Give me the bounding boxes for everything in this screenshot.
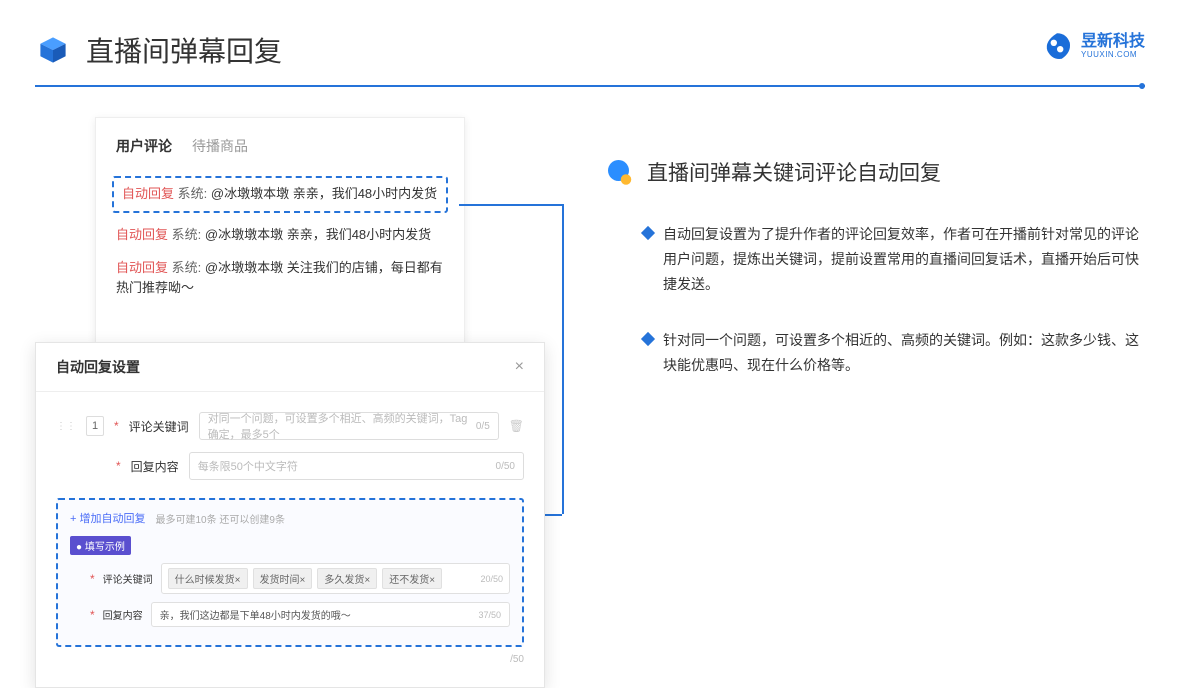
comment-item-highlighted: 自动回复 系统: @冰墩墩本墩 亲亲，我们48小时内发货	[112, 176, 448, 213]
logo-subtitle: YUUXIN.COM	[1081, 50, 1145, 59]
required-icon: *	[90, 608, 95, 622]
comment-panel: 用户评论 待播商品 自动回复 系统: @冰墩墩本墩 亲亲，我们48小时内发货 自…	[95, 117, 465, 372]
example-content-row: * 回复内容 亲，我们这边都是下单48小时内发货的哦～ 37/50	[70, 602, 510, 627]
delete-icon[interactable]: 🗑	[509, 419, 524, 433]
section-title: 直播间弹幕关键词评论自动回复	[647, 157, 941, 187]
tab-user-comments[interactable]: 用户评论	[116, 136, 172, 156]
example-section: + 增加自动回复 最多可建10条 还可以创建9条 ● 填写示例 * 评论关键词 …	[56, 498, 524, 647]
comment-item: 自动回复 系统: @冰墩墩本墩 关注我们的店铺，每日都有热门推荐呦～	[116, 258, 444, 300]
ex-content-input[interactable]: 亲，我们这边都是下单48小时内发货的哦～ 37/50	[151, 602, 510, 627]
header-divider	[35, 85, 1145, 87]
modal-body: ⋮⋮ 1 * 评论关键词 对同一个问题，可设置多个相近、高频的关键词，Tag确定…	[36, 392, 544, 667]
bullet-item: 自动回复设置为了提升作者的评论回复效率，作者可在开播前针对常见的评论用户问题，提…	[605, 222, 1145, 298]
right-column: 直播间弹幕关键词评论自动回复 自动回复设置为了提升作者的评论回复效率，作者可在开…	[605, 117, 1145, 408]
tag-chip[interactable]: 什么时候发货×	[168, 568, 248, 589]
counter: 20/50	[480, 574, 503, 584]
tag-chip[interactable]: 发货时间×	[253, 568, 313, 589]
ex-content-label: 回复内容	[103, 607, 143, 622]
example-header: + 增加自动回复 最多可建10条 还可以创建9条	[70, 510, 510, 526]
required-icon: *	[114, 419, 119, 433]
keyword-row: ⋮⋮ 1 * 评论关键词 对同一个问题，可设置多个相近、高频的关键词，Tag确定…	[56, 412, 524, 440]
section-header: 直播间弹幕关键词评论自动回复	[605, 157, 1145, 187]
auto-reply-settings-modal: 自动回复设置 × ⋮⋮ 1 * 评论关键词 对同一个问题，可设置多个相近、高频的…	[35, 342, 545, 688]
auto-reply-label: 自动回复	[116, 227, 168, 242]
close-icon[interactable]: ×	[515, 358, 524, 376]
keyword-input[interactable]: 对同一个问题，可设置多个相近、高频的关键词，Tag确定，最多5个 0/5	[199, 412, 499, 440]
page-header: 直播间弹幕回复 昱新科技 YUUXIN.COM	[0, 0, 1180, 85]
comment-tabs: 用户评论 待播商品	[116, 136, 444, 156]
tag-input[interactable]: 什么时候发货× 发货时间× 多久发货× 还不发货× 20/50	[161, 563, 510, 594]
bullet-item: 针对同一个问题，可设置多个相近的、高频的关键词。例如：这款多少钱、这块能优惠吗、…	[605, 328, 1145, 378]
content-row: * 回复内容 每条限50个中文字符 0/50	[56, 452, 524, 480]
input-placeholder: 每条限50个中文字符	[198, 458, 298, 474]
bullet-text: 针对同一个问题，可设置多个相近的、高频的关键词。例如：这款多少钱、这块能优惠吗、…	[663, 328, 1145, 378]
tag-chip[interactable]: 还不发货×	[382, 568, 442, 589]
cube-icon	[35, 32, 71, 68]
comment-text: @冰墩墩本墩 亲亲，我们48小时内发货	[211, 186, 437, 201]
logo-name: 昱新科技	[1081, 34, 1145, 50]
ex-keyword-label: 评论关键词	[103, 571, 153, 586]
main-content: 用户评论 待播商品 自动回复 系统: @冰墩墩本墩 亲亲，我们48小时内发货 自…	[0, 117, 1180, 408]
auto-reply-label: 自动回复	[122, 186, 174, 201]
outer-counter: /50	[510, 654, 524, 665]
example-badge: ● 填写示例	[70, 536, 131, 555]
row-number: 1	[86, 416, 104, 436]
modal-title: 自动回复设置	[56, 357, 140, 377]
tab-pending-goods[interactable]: 待播商品	[192, 136, 248, 156]
diamond-icon	[641, 226, 655, 240]
diamond-icon	[641, 331, 655, 345]
page-title: 直播间弹幕回复	[86, 30, 282, 70]
required-icon: *	[116, 459, 121, 473]
counter: 0/50	[496, 461, 515, 472]
example-keyword-row: * 评论关键词 什么时候发货× 发货时间× 多久发货× 还不发货× 20/50	[70, 563, 510, 594]
connector-line	[459, 204, 562, 206]
connector-line	[562, 204, 564, 514]
left-column: 用户评论 待播商品 自动回复 系统: @冰墩墩本墩 亲亲，我们48小时内发货 自…	[35, 117, 545, 408]
input-placeholder: 对同一个问题，可设置多个相近、高频的关键词，Tag确定，最多5个	[208, 410, 476, 442]
bubble-icon	[605, 157, 635, 187]
counter: 0/5	[476, 421, 490, 432]
counter: 37/50	[478, 610, 501, 620]
system-label: 系统:	[178, 186, 208, 201]
content-label: 回复内容	[131, 458, 179, 475]
ex-content-text: 亲，我们这边都是下单48小时内发货的哦～	[160, 607, 351, 622]
drag-handle-icon[interactable]: ⋮⋮	[56, 421, 76, 432]
auto-reply-label: 自动回复	[116, 260, 168, 275]
modal-header: 自动回复设置 ×	[36, 343, 544, 392]
logo-icon	[1041, 30, 1073, 62]
comment-item: 自动回复 系统: @冰墩墩本墩 亲亲，我们48小时内发货	[116, 225, 444, 246]
comment-text: @冰墩墩本墩 亲亲，我们48小时内发货	[205, 227, 431, 242]
brand-logo: 昱新科技 YUUXIN.COM	[1041, 30, 1145, 62]
tag-chip[interactable]: 多久发货×	[317, 568, 377, 589]
add-hint: 最多可建10条 还可以创建9条	[155, 511, 284, 526]
system-label: 系统:	[172, 227, 202, 242]
add-auto-reply-link[interactable]: + 增加自动回复	[70, 510, 145, 526]
content-input[interactable]: 每条限50个中文字符 0/50	[189, 452, 524, 480]
bullet-text: 自动回复设置为了提升作者的评论回复效率，作者可在开播前针对常见的评论用户问题，提…	[663, 222, 1145, 298]
required-icon: *	[90, 572, 95, 586]
keyword-label: 评论关键词	[129, 418, 189, 435]
system-label: 系统:	[172, 260, 202, 275]
